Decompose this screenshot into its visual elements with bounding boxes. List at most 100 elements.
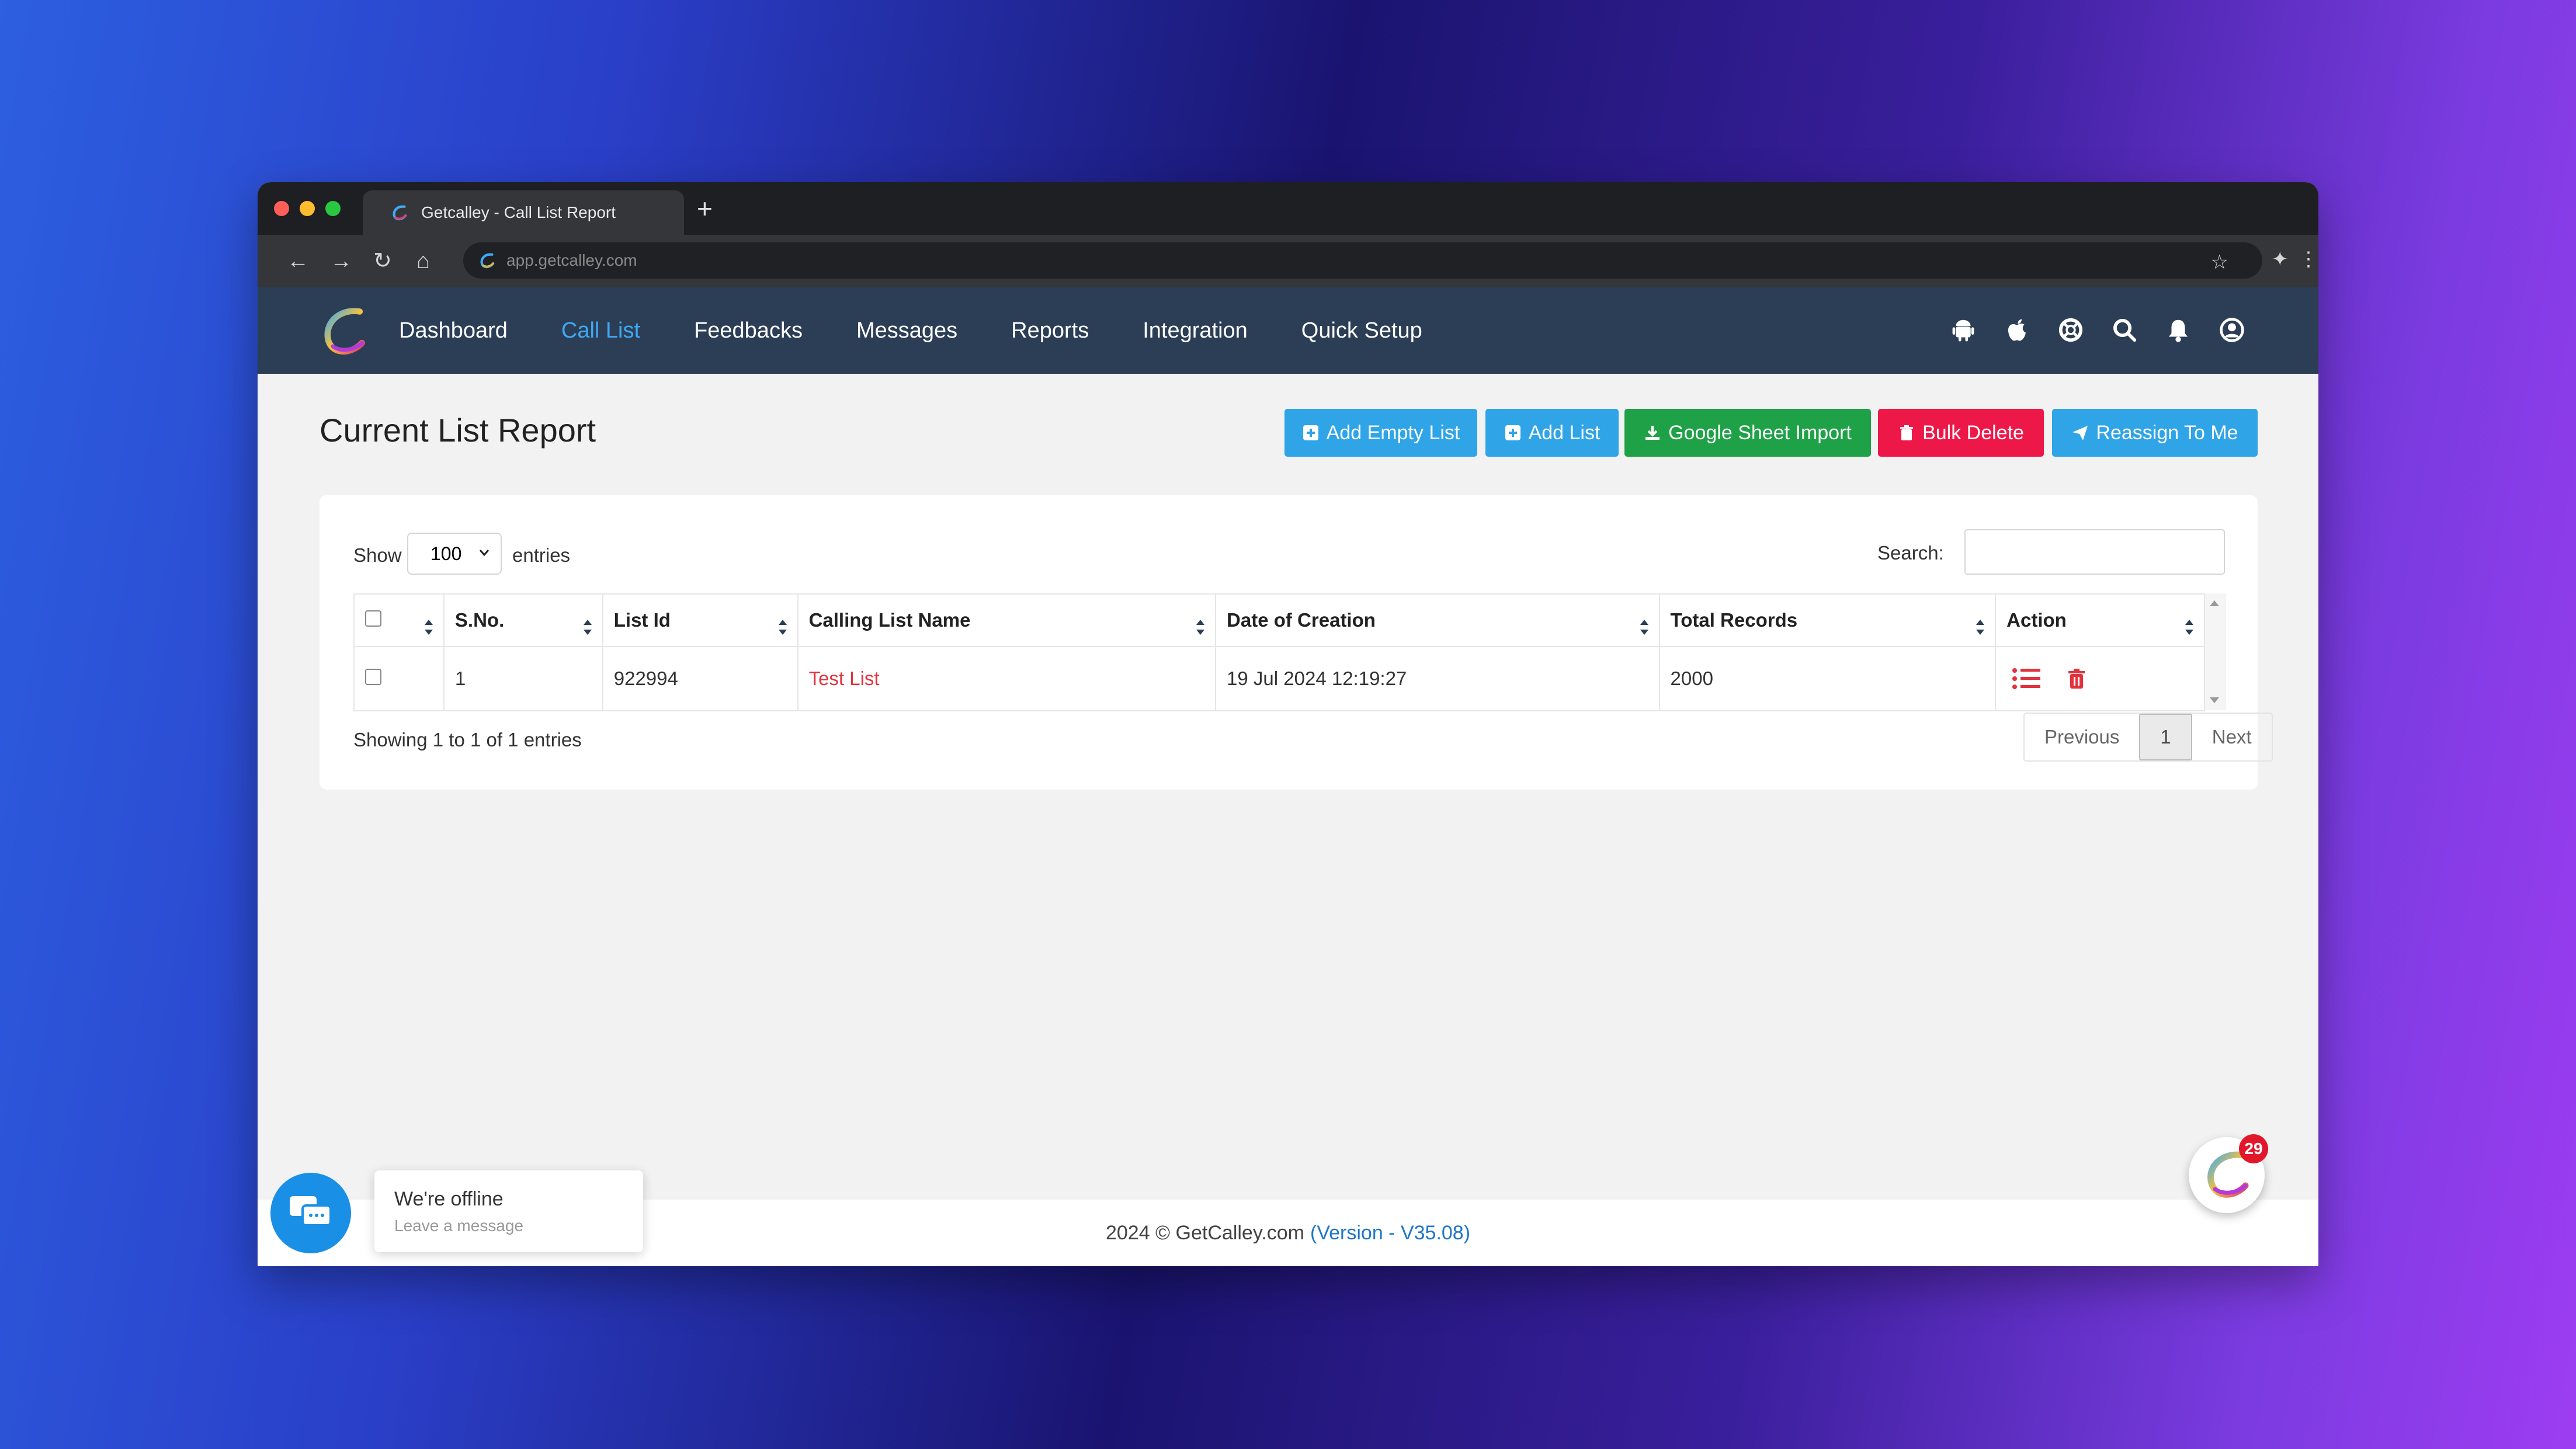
next-page-button[interactable]: Next bbox=[2192, 714, 2272, 760]
page-1-button[interactable]: 1 bbox=[2139, 714, 2192, 760]
pagination: Previous 1 Next bbox=[2023, 713, 2273, 762]
version-link[interactable]: (Version - V35.08) bbox=[1310, 1222, 1470, 1245]
nav-dashboard[interactable]: Dashboard bbox=[399, 318, 508, 343]
header-calling-list-name-label: Calling List Name bbox=[808, 609, 971, 631]
reload-icon[interactable]: ↻ bbox=[373, 250, 392, 272]
cell-total-records: 2000 bbox=[1658, 646, 1997, 711]
previous-page-button[interactable]: Previous bbox=[2025, 714, 2139, 760]
header-sno-label: S.No. bbox=[454, 609, 505, 631]
list-details-icon[interactable] bbox=[2011, 666, 2042, 692]
window-controls bbox=[274, 201, 341, 216]
back-icon[interactable]: ← bbox=[287, 250, 309, 272]
forward-icon[interactable]: → bbox=[330, 250, 352, 272]
reassign-to-me-label: Reassign To Me bbox=[2096, 421, 2238, 444]
download-icon bbox=[1645, 426, 1660, 440]
add-empty-list-label: Add Empty List bbox=[1326, 421, 1460, 444]
bulk-delete-button[interactable]: Bulk Delete bbox=[1878, 409, 2044, 457]
table-row: 1 922994 Test List 19 Jul 2024 12:19:27 … bbox=[353, 646, 2205, 711]
nav-messages[interactable]: Messages bbox=[856, 318, 957, 343]
page-title: Current List Report bbox=[320, 412, 596, 449]
sort-icon bbox=[1196, 620, 1205, 635]
list-report-card: Show 100 entries Search: S.No. List Id C… bbox=[320, 495, 2273, 790]
extensions-icon[interactable]: ✦ bbox=[2272, 248, 2289, 271]
search-input[interactable] bbox=[1964, 529, 2225, 575]
cell-action bbox=[1995, 646, 2205, 711]
android-icon[interactable] bbox=[1950, 317, 1977, 343]
cell-sno: 1 bbox=[443, 646, 603, 711]
row-checkbox[interactable] bbox=[365, 669, 381, 685]
cell-date-of-creation: 19 Jul 2024 12:19:27 bbox=[1215, 646, 1660, 711]
nav-icons bbox=[1950, 317, 2245, 343]
google-sheet-import-label: Google Sheet Import bbox=[1668, 421, 1852, 444]
google-sheet-import-button[interactable]: Google Sheet Import bbox=[1624, 409, 1871, 457]
table-scrollbar[interactable] bbox=[2205, 593, 2226, 710]
scroll-up-arrow[interactable] bbox=[2210, 600, 2219, 606]
plus-square-icon bbox=[1303, 425, 1318, 440]
home-icon[interactable]: ⌂ bbox=[416, 250, 430, 272]
cell-list-id: 922994 bbox=[602, 646, 799, 711]
close-window-button[interactable] bbox=[274, 201, 289, 216]
show-label: Show bbox=[353, 544, 402, 566]
lifebuoy-icon[interactable] bbox=[2057, 317, 2084, 343]
browser-tab[interactable]: Getcalley - Call List Report bbox=[363, 190, 684, 235]
browser-menu-icon[interactable]: ⋮ bbox=[2299, 248, 2318, 271]
header-date-of-creation[interactable]: Date of Creation bbox=[1215, 593, 1660, 647]
entries-label: entries bbox=[512, 544, 571, 566]
bulk-delete-label: Bulk Delete bbox=[1922, 421, 2024, 444]
table-info: Showing 1 to 1 of 1 entries bbox=[353, 729, 582, 750]
sort-icon bbox=[1640, 620, 1648, 635]
chat-launcher-button[interactable] bbox=[270, 1173, 351, 1253]
address-bar[interactable]: app.getcalley.com ☆ bbox=[463, 242, 2262, 279]
entries-per-page-select[interactable]: 100 bbox=[407, 533, 502, 575]
trash-icon bbox=[1900, 425, 1914, 440]
nav-feedbacks[interactable]: Feedbacks bbox=[694, 318, 803, 343]
plus-square-icon bbox=[1505, 425, 1520, 440]
header-sno[interactable]: S.No. bbox=[443, 593, 603, 647]
getcalley-logo[interactable] bbox=[316, 304, 372, 360]
list-name-link[interactable]: Test List bbox=[809, 668, 880, 689]
chat-status-title: We're offline bbox=[394, 1188, 504, 1210]
select-all-checkbox[interactable] bbox=[365, 610, 381, 627]
reassign-to-me-button[interactable]: Reassign To Me bbox=[2052, 409, 2258, 457]
scroll-down-arrow[interactable] bbox=[2210, 697, 2219, 703]
new-tab-button[interactable]: + bbox=[697, 194, 713, 223]
header-list-id[interactable]: List Id bbox=[602, 593, 799, 647]
maximize-window-button[interactable] bbox=[325, 201, 341, 216]
getcalley-favicon-icon bbox=[393, 205, 407, 221]
apple-icon[interactable] bbox=[2004, 317, 2030, 343]
nav-call-list[interactable]: Call List bbox=[561, 318, 640, 343]
chat-icon bbox=[290, 1196, 332, 1226]
table-header-row: S.No. List Id Calling List Name Date of … bbox=[353, 593, 2205, 647]
bookmark-star-icon[interactable]: ☆ bbox=[2211, 251, 2228, 274]
header-action-label: Action bbox=[2006, 609, 2067, 631]
delete-icon[interactable] bbox=[2067, 668, 2087, 690]
cell-calling-list-name: Test List bbox=[797, 646, 1217, 711]
nav-reports[interactable]: Reports bbox=[1011, 318, 1089, 343]
sort-icon bbox=[583, 620, 592, 635]
chat-offline-card[interactable]: We're offline Leave a message bbox=[374, 1170, 643, 1252]
site-favicon-icon bbox=[480, 253, 495, 269]
nav-integration[interactable]: Integration bbox=[1143, 318, 1248, 343]
app-navbar: Dashboard Call List Feedbacks Messages R… bbox=[258, 287, 2318, 374]
add-list-button[interactable]: Add List bbox=[1485, 409, 1619, 457]
send-icon bbox=[2072, 426, 2088, 440]
sort-icon bbox=[778, 620, 787, 635]
header-total-records-label: Total Records bbox=[1670, 609, 1798, 631]
header-calling-list-name[interactable]: Calling List Name bbox=[797, 593, 1217, 647]
chat-leave-message: Leave a message bbox=[394, 1217, 524, 1235]
search-icon[interactable] bbox=[2111, 317, 2138, 343]
call-list-table: S.No. List Id Calling List Name Date of … bbox=[353, 593, 2205, 711]
chevron-down-icon bbox=[479, 550, 489, 557]
entries-value: 100 bbox=[431, 543, 462, 564]
user-icon[interactable] bbox=[2219, 317, 2245, 343]
add-empty-list-button[interactable]: Add Empty List bbox=[1284, 409, 1477, 457]
sort-icon[interactable] bbox=[422, 617, 435, 638]
header-date-of-creation-label: Date of Creation bbox=[1227, 609, 1376, 631]
header-action[interactable]: Action bbox=[1995, 593, 2205, 647]
bell-icon[interactable] bbox=[2165, 317, 2192, 343]
row-select-cell bbox=[353, 646, 445, 711]
minimize-window-button[interactable] bbox=[300, 201, 315, 216]
nav-quick-setup[interactable]: Quick Setup bbox=[1301, 318, 1422, 343]
select-all-header bbox=[353, 593, 445, 647]
header-total-records[interactable]: Total Records bbox=[1658, 593, 1997, 647]
